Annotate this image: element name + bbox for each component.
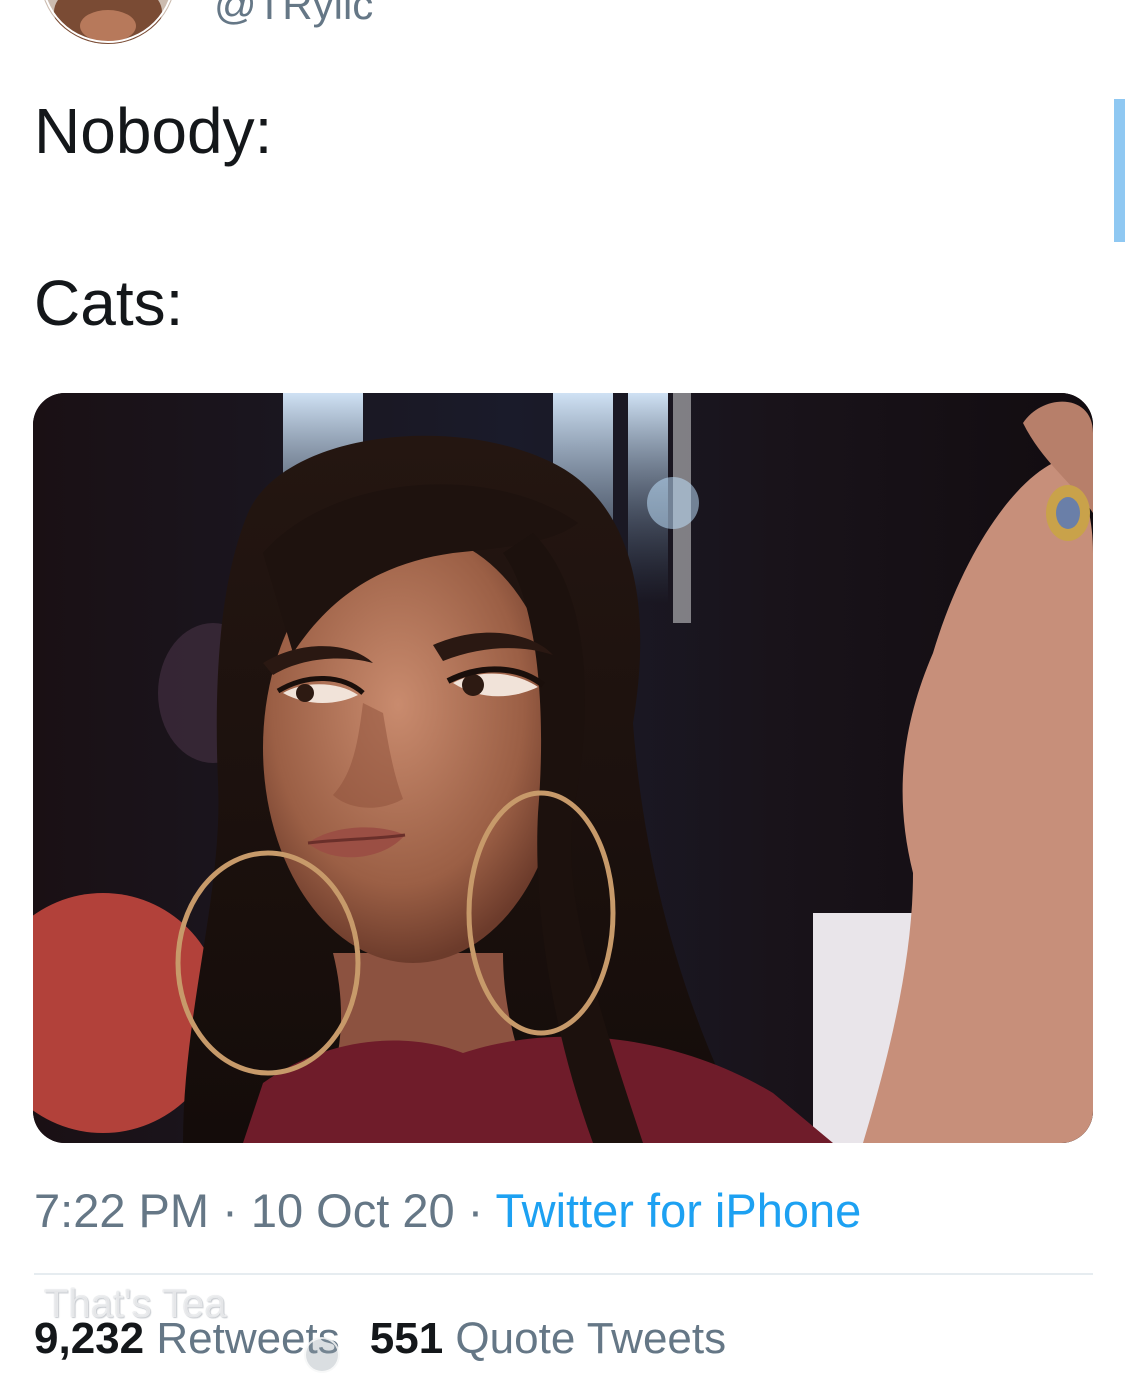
tweet-text: Nobody: Cats: (34, 95, 273, 339)
quote-tweets-label: Quote Tweets (455, 1314, 727, 1363)
author-avatar[interactable] (40, 0, 176, 44)
tweet-source-link[interactable]: Twitter for iPhone (496, 1184, 862, 1237)
divider (34, 1273, 1093, 1275)
watermark-icon (304, 1337, 340, 1373)
photo-media-icon (33, 393, 1093, 1143)
tweet-media[interactable] (33, 393, 1093, 1143)
quote-tweets-count: 551 (369, 1314, 444, 1363)
tweet-stats: 9,232 Retweets 551 Quote Tweets (34, 1310, 726, 1368)
tweet-meta: 7:22 PM · 10 Oct 20 · Twitter for iPhone (34, 1182, 1094, 1240)
quote-tweets-stat[interactable]: 551 Quote Tweets (370, 1314, 726, 1363)
tweet-date[interactable]: 10 Oct 20 (251, 1184, 455, 1237)
author-handle[interactable]: @TRylic (214, 0, 373, 30)
retweets-stat[interactable]: 9,232 Retweets (34, 1314, 340, 1363)
retweets-count: 9,232 (34, 1314, 145, 1363)
tweet-time[interactable]: 7:22 PM (34, 1184, 209, 1237)
meta-separator: · (209, 1184, 251, 1237)
profile-avatar-icon (40, 0, 176, 44)
meta-separator: · (454, 1184, 496, 1237)
scroll-indicator (1114, 99, 1125, 242)
